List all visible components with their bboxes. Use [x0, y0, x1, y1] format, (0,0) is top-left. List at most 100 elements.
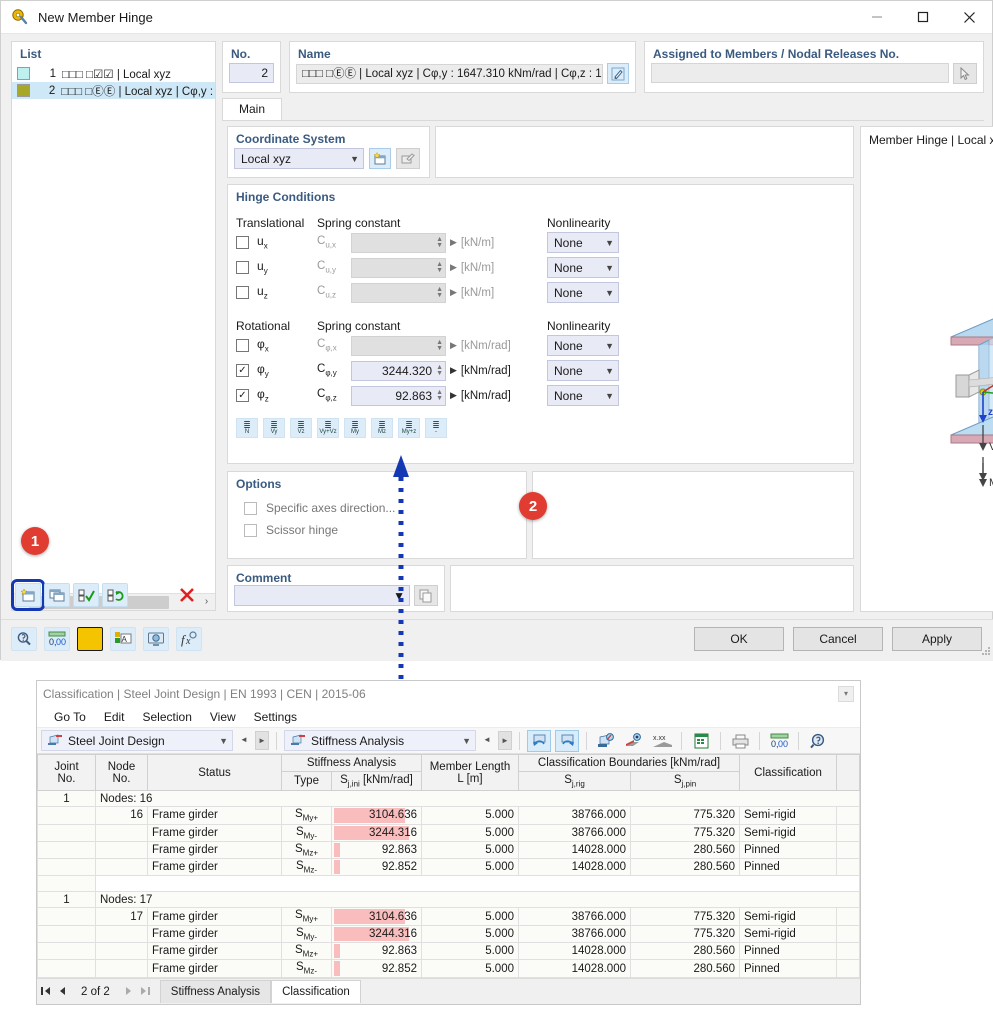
- delete-hinge-button[interactable]: [174, 583, 200, 607]
- table-group-row[interactable]: 1 Nodes: 16: [37, 790, 860, 808]
- spring-expand-phiy[interactable]: ▶: [450, 365, 457, 376]
- stepper-uy[interactable]: ▲ ▼: [436, 261, 443, 274]
- table-row[interactable]: Frame girder SMz- 92.852 5.000 14028.000 280.…: [37, 858, 860, 877]
- option-scissor-hinge[interactable]: Scissor hinge: [228, 519, 526, 541]
- graphics-icon[interactable]: [594, 730, 618, 752]
- magnifier-info-icon[interactable]: [11, 627, 37, 651]
- edit-name-icon[interactable]: [607, 63, 629, 84]
- copy-hinge-button[interactable]: [44, 583, 70, 607]
- stepper-phiy[interactable]: ▲ ▼: [436, 364, 443, 377]
- cancel-button[interactable]: Cancel: [793, 627, 883, 651]
- stepper-phiz[interactable]: ▲ ▼: [436, 389, 443, 402]
- maximize-button[interactable]: [900, 1, 946, 34]
- preset-vz[interactable]: ≣ Vz: [290, 418, 312, 438]
- th-sjini[interactable]: Sj,ini [kNm/rad]: [331, 770, 422, 792]
- spring-input-ux[interactable]: ▲ ▼: [351, 232, 446, 253]
- checkbox-phiy[interactable]: ✓: [236, 363, 249, 377]
- checkbox-phix[interactable]: [236, 338, 249, 352]
- nonlinearity-select-phiy[interactable]: None ▼: [547, 360, 619, 381]
- name-input[interactable]: □□□ □ⒺⒺ | Local xyz | Cφ,y : 1647.310 kN…: [296, 63, 603, 84]
- table-row[interactable]: Frame girder SMz+ 92.863 5.000 14028.000 280.…: [37, 840, 860, 860]
- stepper-ux[interactable]: ▲ ▼: [436, 236, 443, 249]
- spring-input-phiy[interactable]: 3244.320 ▲ ▼: [351, 360, 446, 381]
- comment-input[interactable]: ▼: [234, 585, 410, 606]
- spring-input-phiz[interactable]: 92.863 ▲ ▼: [351, 385, 446, 406]
- table-select[interactable]: Stiffness Analysis ▼: [284, 730, 476, 751]
- copy-comment-icon[interactable]: [414, 585, 438, 606]
- nonlinearity-select-phix[interactable]: None ▼: [547, 335, 619, 356]
- new-coordinate-system-icon[interactable]: [369, 148, 391, 169]
- th-sjpin[interactable]: Sj,pin: [629, 770, 741, 792]
- collapse-icon[interactable]: ▾: [838, 686, 854, 702]
- specific-axes-checkbox[interactable]: [244, 501, 257, 515]
- menu-selection[interactable]: Selection: [134, 707, 201, 727]
- formula-fx-icon[interactable]: f x: [176, 627, 202, 651]
- stepper-phix[interactable]: ▲ ▼: [436, 339, 443, 352]
- checkbox-uy[interactable]: [236, 260, 249, 274]
- nonlinearity-select-uz[interactable]: None ▼: [547, 282, 619, 303]
- close-button[interactable]: [946, 1, 992, 34]
- option-specific-axes[interactable]: Specific axes direction...: [228, 497, 526, 519]
- units-0-00-icon[interactable]: 0, 00: [44, 627, 70, 651]
- spring-input-phix[interactable]: ▲ ▼: [351, 335, 446, 356]
- yellow-color-swatch-icon[interactable]: [77, 627, 103, 651]
- tab-classification[interactable]: Classification: [271, 980, 361, 1003]
- module-next-button[interactable]: ►: [255, 731, 269, 750]
- spring-expand-ux[interactable]: ▶: [450, 237, 457, 248]
- list-item[interactable]: 2 □□□ □ⒺⒺ | Local xyz | Cφ,y : 1: [12, 82, 215, 99]
- help-icon[interactable]: [806, 730, 830, 752]
- preset-mz[interactable]: ≣ Mz: [371, 418, 393, 438]
- menu-view[interactable]: View: [201, 707, 245, 727]
- preset-none[interactable]: ≣ -: [425, 418, 447, 438]
- last-page-button[interactable]: [137, 986, 154, 998]
- checkbox-uz[interactable]: [236, 285, 249, 299]
- pick-cursor-icon[interactable]: [953, 63, 977, 84]
- display-properties-icon[interactable]: A: [110, 627, 136, 651]
- decimals-icon[interactable]: x.xx: [650, 730, 674, 752]
- tab-stiffness-analysis[interactable]: Stiffness Analysis: [159, 980, 272, 1003]
- table-next-button[interactable]: ►: [498, 731, 512, 750]
- th-classification[interactable]: Classification: [739, 754, 838, 792]
- prev-page-button[interactable]: [54, 986, 71, 998]
- list-item[interactable]: 1 □□□ □☑☑ | Local xyz: [12, 65, 215, 82]
- th-node-no[interactable]: Node No.: [95, 754, 148, 792]
- th-sjrig[interactable]: Sj,rig: [518, 770, 631, 792]
- table-group-row[interactable]: 1 Nodes: 17: [37, 891, 860, 909]
- undo-icon[interactable]: [527, 729, 551, 752]
- menu-edit[interactable]: Edit: [95, 707, 134, 727]
- checkbox-ux[interactable]: [236, 235, 249, 249]
- spring-input-uy[interactable]: ▲ ▼: [351, 257, 446, 278]
- print-icon[interactable]: [728, 730, 752, 752]
- no-input[interactable]: 2: [229, 63, 274, 83]
- nonlinearity-select-ux[interactable]: None ▼: [547, 232, 619, 253]
- classification-table-area[interactable]: Joint No. Node No. Status Stiffness Anal…: [37, 754, 860, 986]
- tab-main[interactable]: Main: [222, 98, 283, 120]
- apply-button[interactable]: Apply: [892, 627, 982, 651]
- view-result-icon[interactable]: [622, 730, 646, 752]
- spring-expand-uz[interactable]: ▶: [450, 287, 457, 298]
- nonlinearity-select-phiz[interactable]: None ▼: [547, 385, 619, 406]
- table-row[interactable]: Frame girder SMy- 3244.316 5.000 38766.000 77…: [37, 924, 860, 944]
- checkbox-phiz[interactable]: ✓: [236, 388, 249, 402]
- preset-vy[interactable]: ≣ Vy: [263, 418, 285, 438]
- spring-expand-phiz[interactable]: ▶: [450, 390, 457, 401]
- first-page-button[interactable]: [37, 986, 54, 998]
- minimize-button[interactable]: [854, 1, 900, 34]
- spring-input-uz[interactable]: ▲ ▼: [351, 282, 446, 303]
- new-hinge-button[interactable]: [11, 579, 45, 611]
- preset-my[interactable]: ≣ My: [344, 418, 366, 438]
- th-status[interactable]: Status: [147, 754, 282, 792]
- table-row[interactable]: 16 Frame girder SMy+ 3104.636 5.000 38766.000…: [37, 806, 860, 825]
- stepper-uz[interactable]: ▲ ▼: [436, 286, 443, 299]
- menu-go-to[interactable]: Go To: [45, 707, 95, 727]
- edit-coordinate-system-icon[interactable]: [396, 148, 420, 169]
- spring-expand-uy[interactable]: ▶: [450, 262, 457, 273]
- th-member-length[interactable]: Member Length L [m]: [421, 754, 519, 792]
- nonlinearity-select-uy[interactable]: None ▼: [547, 257, 619, 278]
- resize-grip[interactable]: [981, 645, 991, 659]
- table-prev-button[interactable]: ◄: [480, 731, 494, 750]
- table-row[interactable]: Frame girder SMy- 3244.316 5.000 38766.000 77…: [37, 823, 860, 842]
- table-row[interactable]: Frame girder SMz- 92.852 5.000 14028.000 280.…: [37, 959, 860, 978]
- menu-settings[interactable]: Settings: [245, 707, 306, 727]
- hinge-list[interactable]: 1 □□□ □☑☑ | Local xyz 2 □□□ □ⒺⒺ | Local …: [12, 65, 215, 99]
